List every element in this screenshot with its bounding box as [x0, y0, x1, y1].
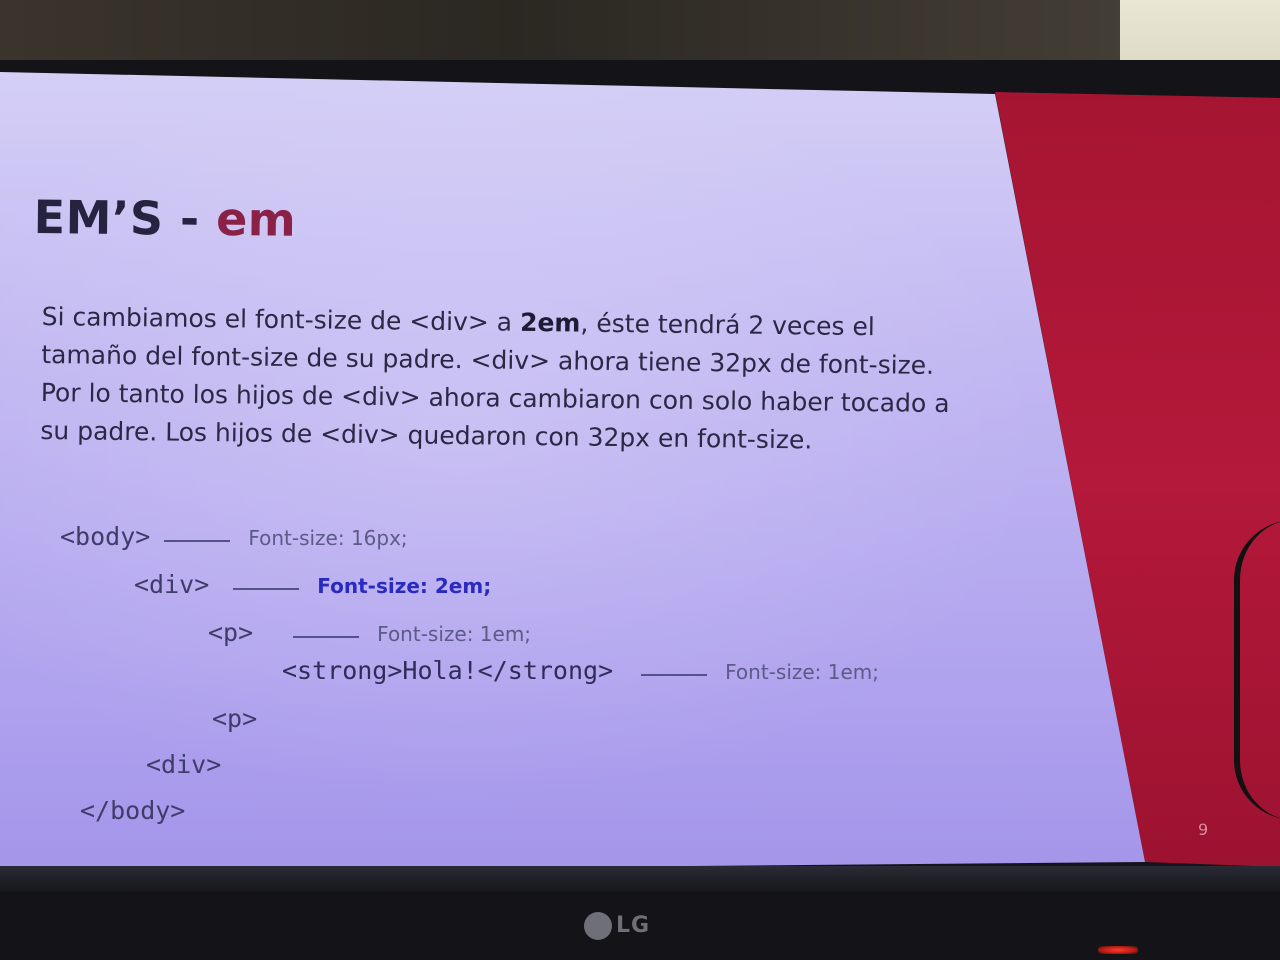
- code-note: Font-size: 16px;: [248, 526, 408, 550]
- monitor-brand: LG: [616, 913, 651, 938]
- paragraph-part1: Si cambiamos el font-size de <div> a: [41, 301, 521, 337]
- power-led-icon: [1098, 946, 1138, 954]
- code-line-div-open: <div> Font-size: 2em;: [134, 570, 491, 599]
- code-tag: <body>: [60, 522, 151, 551]
- code-tag: </body>: [80, 796, 186, 825]
- slide-page-number: 9: [1198, 820, 1209, 839]
- cable: [1234, 520, 1280, 820]
- taskbar-strip: [0, 866, 1280, 892]
- code-line-p-open: <p> Font-size: 1em;: [208, 618, 531, 647]
- connector-line: [164, 539, 231, 542]
- photo-scene: EM’S - em Si cambiamos el font-size de <…: [0, 0, 1280, 960]
- slide-paragraph: Si cambiamos el font-size de <div> a 2em…: [40, 298, 967, 461]
- slide-title: EM’S - em: [33, 190, 296, 247]
- code-line-p-close: <p>: [212, 704, 257, 733]
- code-note-highlight: Font-size: 2em;: [317, 574, 492, 598]
- code-line-body-open: <body> Font-size: 16px;: [60, 522, 408, 551]
- slide-title-accent: em: [215, 191, 297, 247]
- code-tag: <div>: [146, 750, 222, 779]
- code-tag: <div>: [134, 570, 210, 599]
- code-line-div-close: <div>: [146, 750, 221, 779]
- code-tag: <p>: [208, 618, 254, 647]
- code-tag: <p>: [212, 704, 258, 733]
- paragraph-bold: 2em: [519, 307, 581, 338]
- connector-line: [233, 587, 300, 590]
- code-note: Font-size: 1em;: [725, 660, 880, 684]
- code-note: Font-size: 1em;: [377, 622, 532, 646]
- code-line-strong: <strong>Hola!</strong> Font-size: 1em;: [282, 656, 879, 685]
- slide-title-main: EM’S -: [33, 190, 217, 246]
- connector-line: [293, 635, 360, 638]
- connector-line: [641, 673, 708, 676]
- lg-logo-icon: [584, 912, 612, 940]
- monitor-logo: LG: [584, 912, 650, 940]
- code-line-body-close: </body>: [80, 796, 185, 825]
- code-tag-strong: <strong>Hola!</strong>: [282, 656, 614, 685]
